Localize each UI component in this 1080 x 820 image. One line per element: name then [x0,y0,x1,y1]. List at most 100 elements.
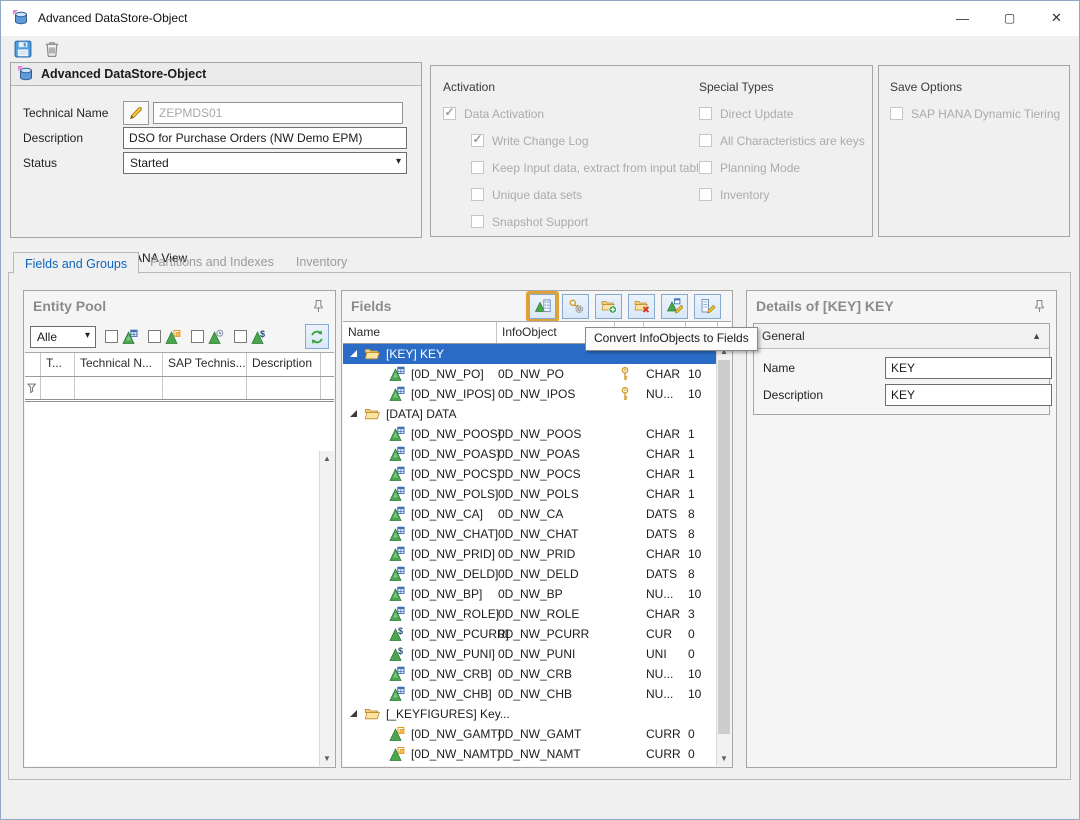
save-icon[interactable] [14,40,32,58]
tree-item-row[interactable]: [0D_NW_DELD]0D_NW_DELDDATS8 [343,564,716,584]
entity-pool-scrollbar[interactable]: ▲ ▼ [319,451,334,766]
checkbox[interactable] [471,215,484,228]
scroll-down-icon[interactable]: ▼ [320,751,334,766]
tree-item-row[interactable]: [0D_NW_GAMT]0D_NW_GAMTCURR0 [343,724,716,744]
checkbox[interactable] [148,330,161,343]
details-name-field[interactable] [885,357,1052,379]
edit-field-icon [700,298,716,314]
window-title: Advanced DataStore-Object [38,11,187,25]
minimize-button[interactable]: — [939,0,986,36]
add-folder-button[interactable] [595,294,622,319]
expand-arrow-icon[interactable] [349,409,359,419]
tab-fields-and-groups[interactable]: Fields and Groups [13,252,139,274]
general-section-header[interactable]: General ▲ [754,324,1049,349]
collapse-arrow-icon[interactable]: ▲ [1032,331,1041,341]
tree-item-row[interactable]: [0D_NW_BP]0D_NW_BPNU...10 [343,584,716,604]
pin-icon[interactable] [1032,299,1047,314]
delete-icon[interactable] [43,40,61,58]
checkbox[interactable] [443,107,456,120]
tab-partitions-and-indexes[interactable]: Partitions and Indexes [139,251,285,273]
tooltip: Convert InfoObjects to Fields [585,327,758,351]
filter-input-cell[interactable] [75,377,163,399]
tree-group-row[interactable]: [_KEYFIGURES] Key... [343,704,716,724]
pin-icon[interactable] [311,299,326,314]
infoobject-cell: 0D_NW_CRB [498,667,572,681]
tree-item-row[interactable]: $[0D_NW_PCURR]0D_NW_PCURRCUR0 [343,624,716,644]
column-header[interactable]: SAP Technis... [163,353,247,376]
column-header[interactable] [25,353,41,376]
group-name: [DATA] DATA [386,407,456,421]
name-cell: $[0D_NW_PUNI] [343,644,495,664]
convert-infoobjects-button[interactable] [529,294,556,319]
tree-item-row[interactable]: [0D_NW_ROLE]0D_NW_ROLECHAR3 [343,604,716,624]
tree-item-row[interactable]: $[0D_NW_PUNI]0D_NW_PUNIUNI0 [343,644,716,664]
infoobject-cell: 0D_NW_CHB [498,687,572,701]
infoobject-cell: 0D_NW_CHAT [498,527,578,541]
technical-name-field[interactable] [153,102,403,124]
refresh-button[interactable] [305,324,329,349]
column-header[interactable]: Description [247,353,321,376]
checkbox[interactable] [191,330,204,343]
delete-folder-button[interactable] [628,294,655,319]
entity-pool-body: ▲ ▼ [25,402,334,766]
tree-item-row[interactable]: [0D_NW_NAMT]0D_NW_NAMTCURR0 [343,744,716,764]
checkbox[interactable] [105,330,118,343]
checkbox[interactable] [890,107,903,120]
tree-item-row[interactable]: [0D_NW_IPOS]0D_NW_IPOSNU...10 [343,384,716,404]
checkbox[interactable] [471,161,484,174]
maximize-button[interactable]: ▢ [986,0,1033,36]
close-button[interactable]: ✕ [1033,0,1080,36]
checkbox[interactable] [699,134,712,147]
tree-item-row[interactable] [343,764,716,766]
tree-group-row[interactable]: [DATA] DATA [343,404,716,424]
datatype-cell: CURR [646,747,681,761]
tree-item-row[interactable]: [0D_NW_CRB]0D_NW_CRBNU...10 [343,664,716,684]
edit-infoobject-button[interactable] [661,294,688,319]
length-cell: 8 [688,527,695,541]
scroll-up-icon[interactable]: ▲ [320,451,334,466]
refresh-icon [309,329,325,345]
status-dropdown[interactable]: Started [123,152,407,174]
column-header[interactable]: Technical N... [75,353,163,376]
filter-input-cell[interactable] [247,377,321,399]
tree-item-row[interactable]: [0D_NW_PO]0D_NW_POCHAR10 [343,364,716,384]
checkbox[interactable] [471,188,484,201]
entity-filter-dropdown[interactable]: Alle [30,326,96,348]
checkbox[interactable] [471,134,484,147]
tree-item-row[interactable]: [0D_NW_POLS]0D_NW_POLSCHAR1 [343,484,716,504]
general-section: General ▲ Name Description [753,323,1050,415]
tree-item-row[interactable]: [0D_NW_CHAT]0D_NW_CHATDATS8 [343,524,716,544]
checkbox[interactable] [234,330,247,343]
checkbox[interactable] [699,188,712,201]
field-name: [0D_NW_POCS] [411,467,500,481]
scroll-down-icon[interactable]: ▼ [717,751,731,766]
description-field[interactable] [123,127,407,149]
expand-arrow-icon[interactable] [349,709,359,719]
tree-item-row[interactable]: [0D_NW_POAS]0D_NW_POASCHAR1 [343,444,716,464]
datatype-cell: NU... [646,667,673,681]
tree-item-row[interactable]: [0D_NW_CHB]0D_NW_CHBNU...10 [343,684,716,704]
tree-item-row[interactable]: [0D_NW_POOS]0D_NW_POOSCHAR1 [343,424,716,444]
checkbox[interactable] [699,161,712,174]
tab-inventory[interactable]: Inventory [285,251,358,273]
checkbox[interactable] [699,107,712,120]
details-description-field[interactable] [885,384,1052,406]
tree-item-row[interactable]: [0D_NW_CA]0D_NW_CADATS8 [343,504,716,524]
column-header[interactable]: T... [41,353,75,376]
scroll-thumb[interactable] [718,360,730,734]
key-settings-button[interactable] [562,294,589,319]
fields-scrollbar[interactable]: ▲ ▼ [716,344,731,766]
edit-field-button[interactable] [694,294,721,319]
filter-input-cell[interactable] [41,377,75,399]
edit-technical-name-button[interactable] [123,101,149,125]
filter-cell[interactable] [25,377,41,399]
expand-arrow-icon[interactable] [349,349,359,359]
checkbox-label: Data Activation [464,107,544,121]
field-name: [0D_NW_DELD] [411,567,498,581]
name-cell: [KEY] KEY [343,344,444,364]
filter-input-cell[interactable] [163,377,247,399]
tree-item-row[interactable]: [0D_NW_POCS]0D_NW_POCSCHAR1 [343,464,716,484]
column-header[interactable]: Name [343,322,497,343]
entity-pool-toolbar: Alle $ [24,321,335,352]
tree-item-row[interactable]: [0D_NW_PRID]0D_NW_PRIDCHAR10 [343,544,716,564]
